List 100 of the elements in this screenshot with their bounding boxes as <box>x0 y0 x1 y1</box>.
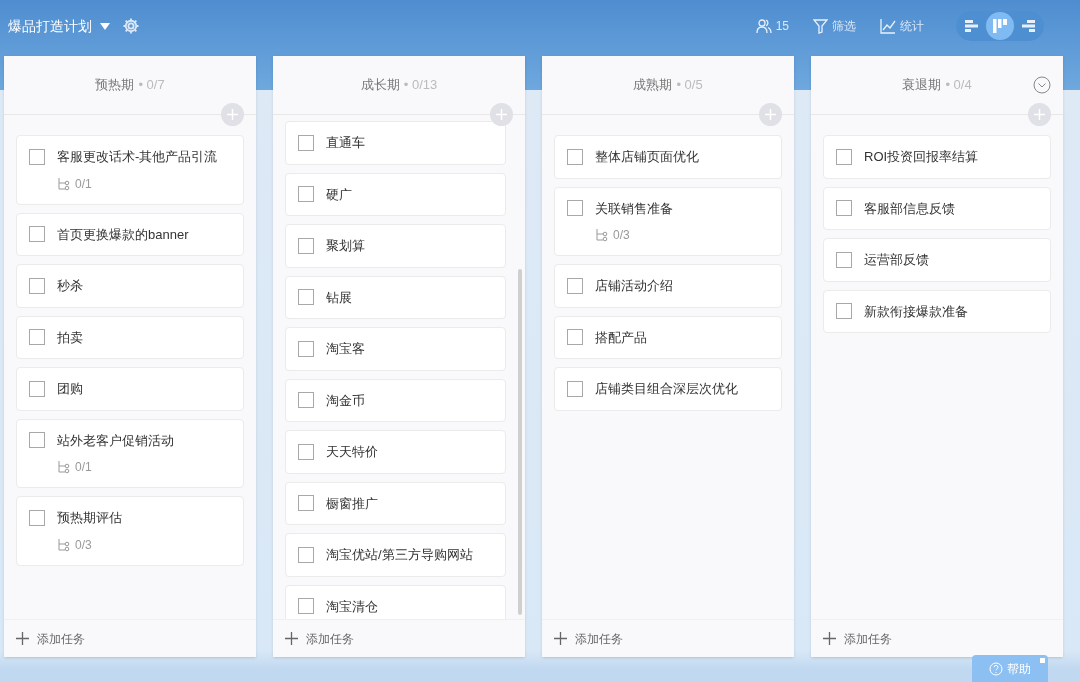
subtask-icon <box>57 537 71 552</box>
checkbox[interactable] <box>29 329 45 346</box>
task-title: 橱窗推广 <box>326 494 378 513</box>
task-card[interactable]: 拍卖 <box>16 315 244 359</box>
plus-icon <box>16 632 29 645</box>
checkbox[interactable] <box>298 495 314 512</box>
column-count: • 0/7 <box>138 76 165 95</box>
task-card[interactable]: 天天特价 <box>285 430 506 474</box>
checkbox[interactable] <box>567 148 583 165</box>
add-button[interactable] <box>490 103 513 126</box>
add-task-button[interactable]: 添加任务 <box>4 619 256 657</box>
column-count: • 0/4 <box>945 76 972 95</box>
task-card[interactable]: 淘宝优站/第三方导购网站 <box>285 533 506 577</box>
task-card[interactable]: 团购 <box>16 367 244 411</box>
task-title: 运营部反馈 <box>864 251 929 269</box>
task-card[interactable]: 站外老客户促销活动 0/1 <box>16 418 244 488</box>
checkbox[interactable] <box>298 598 314 615</box>
task-card[interactable]: 淘宝客 <box>285 327 506 371</box>
task-title: 淘宝优站/第三方导购网站 <box>326 546 473 564</box>
add-button[interactable] <box>1028 103 1051 126</box>
task-title: 拍卖 <box>57 328 83 347</box>
right-aligned-bars-icon <box>1020 18 1036 34</box>
checkbox[interactable] <box>29 226 45 243</box>
task-card[interactable]: 淘宝清仓 <box>285 584 506 619</box>
plus-icon <box>823 632 836 645</box>
column-title: 成长期 <box>360 76 400 95</box>
line-chart-icon <box>880 18 896 34</box>
subtask-icon <box>57 460 71 474</box>
plus-icon <box>226 108 239 121</box>
add-task-button[interactable]: 添加任务 <box>273 619 525 657</box>
checkbox[interactable] <box>567 200 583 217</box>
checkbox[interactable] <box>298 392 314 409</box>
task-card[interactable]: 淘金币 <box>285 378 506 422</box>
task-title: 关联销售准备 <box>595 199 673 218</box>
task-card[interactable]: 客服部信息反馈 <box>823 186 1051 230</box>
task-card[interactable]: 预热期评估 0/3 <box>16 496 244 566</box>
task-title: 预热期评估 <box>57 509 122 527</box>
checkbox[interactable] <box>298 134 314 151</box>
checkbox[interactable] <box>567 329 583 346</box>
checkbox[interactable] <box>836 148 852 165</box>
column-title: 预热期 <box>95 76 135 95</box>
task-card[interactable]: 橱窗推广 <box>285 481 506 525</box>
dropdown-caret-icon[interactable] <box>100 22 110 30</box>
plus-icon <box>285 632 298 645</box>
columns-icon <box>992 18 1008 34</box>
checkbox[interactable] <box>298 237 314 254</box>
task-title: 店铺类目组合深层次优化 <box>595 380 738 398</box>
checkbox[interactable] <box>298 186 314 203</box>
task-card[interactable]: 钻展 <box>285 275 506 319</box>
task-card[interactable]: 新款衔接爆款准备 <box>823 289 1051 333</box>
task-title: 钻展 <box>326 288 352 307</box>
column-count: • 0/13 <box>403 76 438 95</box>
task-card[interactable]: ROI投资回报率结算 <box>823 135 1051 179</box>
checkbox[interactable] <box>836 200 852 217</box>
task-card[interactable]: 聚划算 <box>285 224 506 268</box>
task-card[interactable]: 整体店铺页面优化 <box>554 135 782 179</box>
task-card[interactable]: 秒杀 <box>16 264 244 308</box>
task-card[interactable]: 客服更改话术-其他产品引流 0/1 <box>16 135 244 205</box>
add-button[interactable] <box>221 103 244 126</box>
checkbox[interactable] <box>29 432 45 449</box>
checkbox[interactable] <box>836 303 852 320</box>
task-title: 秒杀 <box>57 277 83 295</box>
task-title: 整体店铺页面优化 <box>595 148 699 166</box>
task-card[interactable]: 运营部反馈 <box>823 238 1051 282</box>
task-title: 淘金币 <box>326 391 365 410</box>
task-card[interactable]: 店铺类目组合深层次优化 <box>554 367 782 411</box>
task-card[interactable]: 关联销售准备 0/3 <box>554 186 782 256</box>
task-title: 搭配产品 <box>595 328 647 347</box>
view-toggle[interactable] <box>986 12 1014 40</box>
plus-icon <box>764 108 777 121</box>
task-title: 店铺活动介绍 <box>595 277 673 295</box>
collapse-icon[interactable] <box>1033 76 1051 94</box>
task-title: 天天特价 <box>326 443 378 461</box>
task-title: 淘宝客 <box>326 340 365 358</box>
task-title: 首页更换爆款的banner <box>57 225 189 244</box>
checkbox[interactable] <box>836 251 852 268</box>
add-button[interactable] <box>759 103 782 126</box>
add-task-button[interactable]: 添加任务 <box>542 619 794 657</box>
subtask-icon <box>595 228 609 242</box>
task-card[interactable]: 搭配产品 <box>554 315 782 359</box>
task-card[interactable]: 直通车 <box>285 121 506 165</box>
task-title: 聚划算 <box>326 237 365 255</box>
task-title: 团购 <box>57 380 83 398</box>
checkbox[interactable] <box>29 509 45 526</box>
task-title: 站外老客户促销活动 <box>57 431 174 450</box>
settings-icon[interactable] <box>122 17 140 35</box>
checkbox[interactable] <box>29 148 45 165</box>
checkbox[interactable] <box>298 443 314 460</box>
checkbox[interactable] <box>567 277 583 294</box>
task-card[interactable]: 硬广 <box>285 172 506 216</box>
task-card[interactable]: 首页更换爆款的banner <box>16 212 244 256</box>
checkbox[interactable] <box>298 340 314 357</box>
task-card[interactable]: 店铺活动介绍 <box>554 264 782 308</box>
checkbox[interactable] <box>298 546 314 563</box>
task-title: 硬广 <box>326 185 352 204</box>
subtask-count: 0/1 <box>75 175 92 193</box>
checkbox[interactable] <box>298 289 314 306</box>
checkbox[interactable] <box>29 277 45 294</box>
checkbox[interactable] <box>29 380 45 397</box>
checkbox[interactable] <box>567 380 583 397</box>
